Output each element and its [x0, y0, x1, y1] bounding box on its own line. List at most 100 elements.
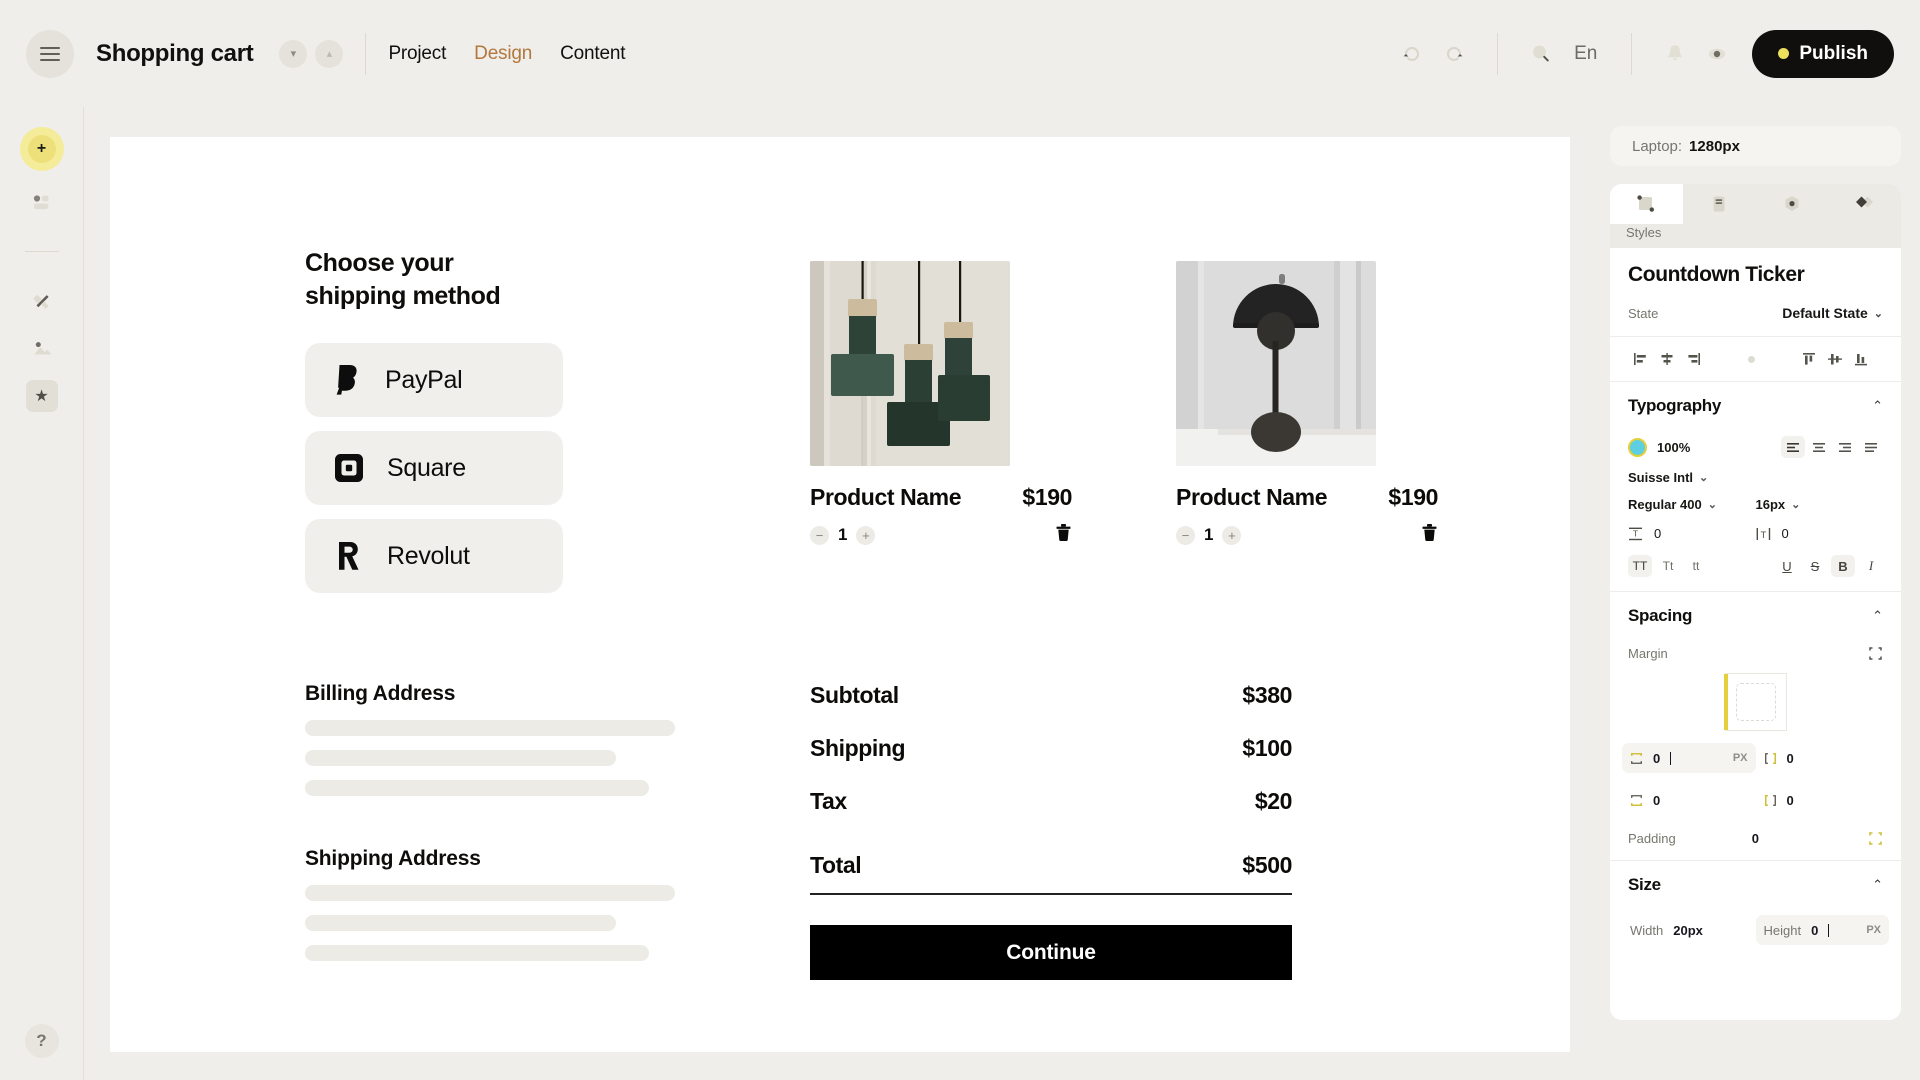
- plus-icon[interactable]: +: [856, 525, 876, 545]
- tab-design[interactable]: Design: [474, 43, 532, 65]
- tab-styles[interactable]: [1610, 184, 1683, 224]
- height-value: 0: [1811, 922, 1819, 938]
- margin-top-input[interactable]: 0 PX: [1622, 743, 1756, 773]
- text-lowercase-button[interactable]: tt: [1684, 555, 1708, 577]
- text-align-center-icon[interactable]: [1807, 436, 1831, 458]
- align-top-icon[interactable]: [1796, 347, 1822, 371]
- font-weight-dropdown[interactable]: Regular 400 ⌄: [1628, 497, 1756, 512]
- text-align-right-icon[interactable]: [1833, 436, 1857, 458]
- tab-interactions[interactable]: [1828, 184, 1901, 224]
- publish-label: Publish: [1799, 42, 1868, 64]
- product-image: [1176, 261, 1376, 466]
- font-size-dropdown[interactable]: 16px ⌄: [1756, 497, 1884, 512]
- continue-button[interactable]: Continue: [810, 925, 1292, 980]
- bell-icon[interactable]: [1654, 33, 1696, 75]
- margin-right-input[interactable]: 0: [1756, 743, 1890, 773]
- minus-icon[interactable]: −: [1176, 525, 1195, 545]
- payment-option-label: PayPal: [385, 365, 463, 394]
- page-settings-icon: [1713, 196, 1725, 212]
- align-bottom-icon[interactable]: [1848, 347, 1874, 371]
- search-icon[interactable]: [1520, 33, 1562, 75]
- width-label: Width: [1630, 922, 1664, 938]
- tab-page-settings[interactable]: [1683, 184, 1756, 224]
- hamburger-icon[interactable]: [26, 29, 74, 78]
- underline-button[interactable]: U: [1775, 555, 1799, 577]
- sidebar-item-favorites[interactable]: ★: [20, 374, 64, 418]
- text-align-justify-icon[interactable]: [1859, 436, 1883, 458]
- spacing-header[interactable]: Spacing ⌃: [1610, 592, 1901, 634]
- distribute-dot-icon[interactable]: [1738, 347, 1764, 371]
- line-height-icon: T: [1629, 527, 1642, 540]
- line-height-value: 0: [1654, 526, 1662, 541]
- chevron-up-icon[interactable]: ⌃: [1872, 608, 1883, 624]
- chevron-down-icon: ⌄: [1873, 307, 1883, 320]
- letter-spacing-field[interactable]: T 0: [1756, 526, 1884, 541]
- font-size-value: 16px: [1755, 497, 1786, 512]
- add-element-button[interactable]: +: [19, 127, 64, 171]
- chevron-up-icon[interactable]: ⌃: [1872, 877, 1883, 893]
- help-button[interactable]: ?: [24, 1024, 59, 1058]
- publish-button[interactable]: Publish: [1752, 29, 1894, 78]
- tab-content[interactable]: Content: [560, 43, 625, 65]
- order-summary: Subtotal $380 Shipping $100 Tax $20 Tota…: [810, 682, 1292, 980]
- undo-icon[interactable]: [1391, 33, 1433, 75]
- sidebar-item-assets[interactable]: [20, 278, 64, 322]
- trash-icon[interactable]: [1421, 523, 1438, 547]
- viewport-selector[interactable]: Laptop: 1280px: [1610, 126, 1901, 166]
- margin-top-icon: [1630, 752, 1643, 764]
- shipping-address-block: Shipping Address: [305, 847, 675, 961]
- summary-divider: [810, 893, 1292, 895]
- width-input[interactable]: Width 20px: [1622, 915, 1756, 945]
- payment-option-revolut[interactable]: Revolut: [305, 519, 563, 593]
- minus-icon[interactable]: −: [810, 525, 829, 545]
- margin-bottom-input[interactable]: 0: [1622, 785, 1756, 815]
- align-right-icon[interactable]: [1680, 347, 1706, 371]
- strikethrough-button[interactable]: S: [1803, 555, 1827, 577]
- top-bar-actions: En Publish: [1391, 29, 1894, 78]
- page-title: Shopping cart: [96, 39, 254, 67]
- tab-component[interactable]: [1756, 184, 1829, 224]
- color-swatch[interactable]: [1628, 437, 1647, 457]
- product-price: $190: [1022, 484, 1072, 510]
- sidebar-item-media[interactable]: [20, 326, 64, 370]
- chevron-up-icon[interactable]: ▴: [315, 39, 344, 68]
- sidebar-item-layers[interactable]: [20, 181, 64, 225]
- product-image: [810, 261, 1010, 466]
- bold-button[interactable]: B: [1831, 555, 1855, 577]
- payment-option-square[interactable]: Square: [305, 431, 563, 505]
- eye-icon[interactable]: [1696, 33, 1738, 75]
- text-transform-row: TT Tt tt U S B I: [1610, 555, 1901, 577]
- billing-address-title: Billing Address: [305, 682, 456, 705]
- redo-icon[interactable]: [1433, 33, 1475, 75]
- payment-option-paypal[interactable]: PayPal: [305, 343, 563, 417]
- height-input[interactable]: Height 0 PX: [1755, 915, 1889, 945]
- summary-value: $500: [1242, 852, 1292, 878]
- summary-value: $100: [1242, 735, 1292, 761]
- text-align-left-icon[interactable]: [1781, 436, 1805, 458]
- chevron-down-icon[interactable]: ▾: [279, 39, 308, 68]
- italic-button[interactable]: I: [1859, 555, 1883, 577]
- align-middle-vertical-icon[interactable]: [1822, 347, 1848, 371]
- tab-project[interactable]: Project: [388, 43, 446, 65]
- plus-icon[interactable]: +: [1222, 525, 1242, 545]
- alignment-toolbar: [1610, 337, 1901, 382]
- chevron-up-icon[interactable]: ⌃: [1872, 398, 1883, 414]
- height-label: Height: [1763, 922, 1802, 938]
- layers-icon: [33, 195, 48, 210]
- align-left-icon[interactable]: [1628, 347, 1654, 371]
- text-capitalize-button[interactable]: Tt: [1656, 555, 1680, 577]
- padding-value[interactable]: 0: [1752, 831, 1759, 846]
- text-uppercase-button[interactable]: TT: [1628, 555, 1652, 577]
- size-header[interactable]: Size ⌃: [1610, 861, 1901, 903]
- pendant-lamps-photo: [810, 261, 1010, 466]
- align-center-horizontal-icon[interactable]: [1654, 347, 1680, 371]
- margin-left-input[interactable]: 0: [1756, 785, 1890, 815]
- line-height-field[interactable]: T 0: [1628, 526, 1756, 541]
- typography-header[interactable]: Typography ⌃: [1610, 382, 1901, 424]
- spacing-title: Spacing: [1628, 606, 1693, 625]
- language-selector[interactable]: En: [1574, 43, 1597, 65]
- font-weight-size-row: Regular 400 ⌄ 16px ⌄: [1610, 497, 1901, 512]
- trash-icon[interactable]: [1055, 523, 1072, 547]
- state-dropdown[interactable]: Default State ⌄: [1782, 305, 1883, 321]
- font-family-dropdown[interactable]: Suisse Intl ⌄: [1628, 470, 1708, 485]
